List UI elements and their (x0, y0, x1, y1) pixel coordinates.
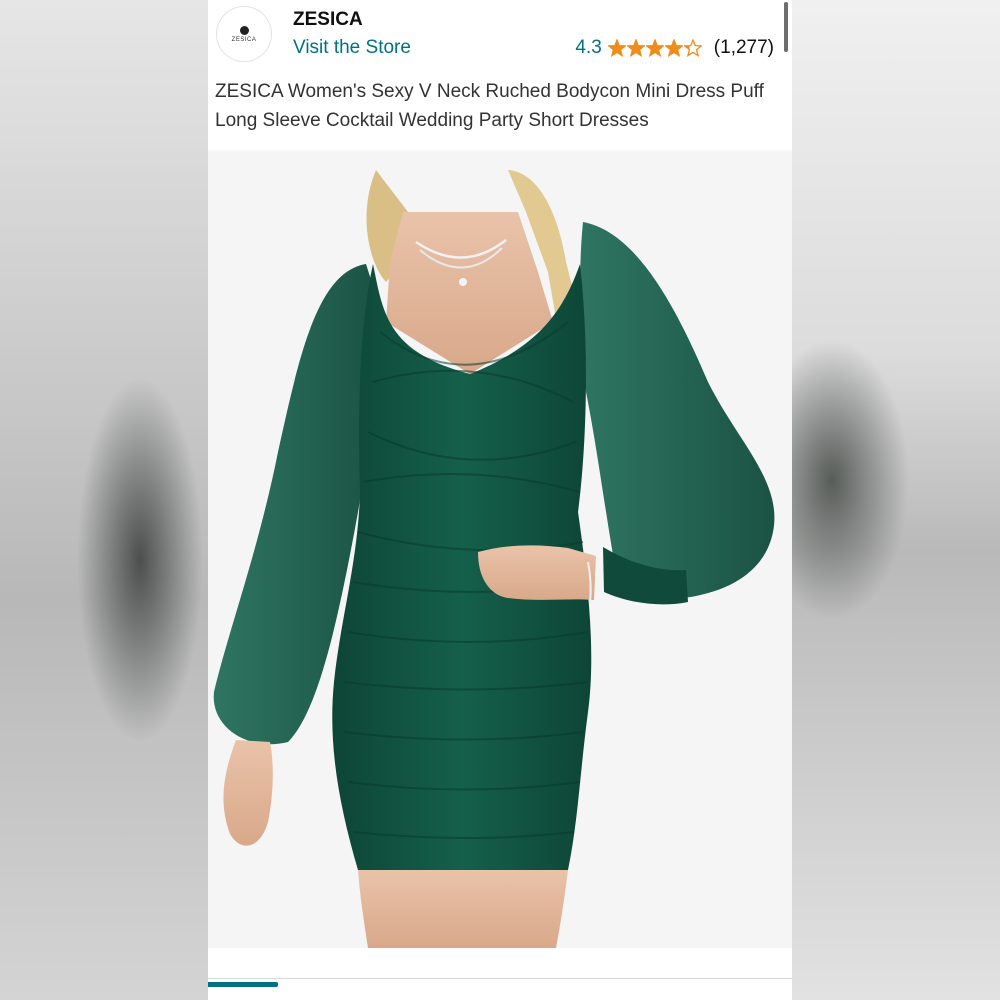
logo-text: ZESICA (231, 36, 257, 43)
brand-logo[interactable]: ZESICA (216, 6, 272, 62)
scrollbar[interactable] (784, 2, 788, 52)
background-left (0, 0, 208, 1000)
product-title: ZESICA Women's Sexy V Neck Ruched Bodyco… (215, 81, 764, 131)
brand-name: ZESICA (293, 9, 363, 30)
star-rating[interactable] (607, 39, 702, 57)
product-image[interactable] (208, 152, 792, 948)
product-page: ZESICA ZESICA Visit the Store 4.3 (1,277… (208, 0, 792, 1000)
dress-illustration (213, 170, 775, 948)
tab-bar-divider (208, 978, 792, 979)
star-full-icon (664, 39, 683, 57)
visit-store-link[interactable]: Visit the Store (293, 37, 411, 59)
background-right (792, 0, 1000, 1000)
star-half-icon (683, 39, 702, 57)
bottom-tab-bar (208, 948, 792, 1000)
review-count[interactable]: (1,277) (714, 37, 774, 59)
brand-row: ZESICA ZESICA Visit the Store 4.3 (1,277… (216, 4, 784, 64)
right-sleeve (580, 222, 775, 601)
star-full-icon (607, 39, 626, 57)
rating-value: 4.3 (575, 37, 602, 58)
star-full-icon (645, 39, 664, 57)
star-full-icon (626, 39, 645, 57)
active-tab-indicator[interactable] (208, 982, 278, 987)
logo-mark-icon (239, 25, 249, 35)
rating-summary[interactable]: 4.3 (1,277) (575, 37, 774, 59)
